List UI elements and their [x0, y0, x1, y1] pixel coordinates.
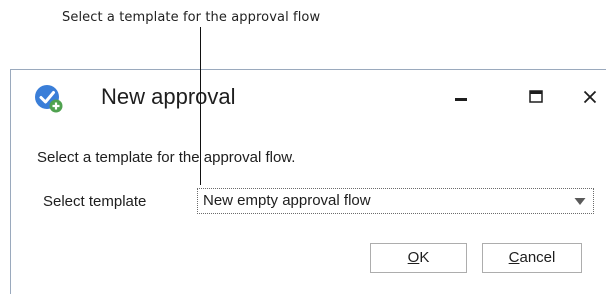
approval-app-icon: [35, 85, 63, 113]
chevron-down-icon[interactable]: [574, 197, 586, 206]
close-icon[interactable]: [575, 82, 605, 112]
callout-annotation: Select a template for the approval flow: [62, 10, 321, 25]
cancel-label-rest: ancel: [519, 249, 556, 266]
template-selected-value: New empty approval flow: [203, 192, 371, 209]
maximize-icon[interactable]: [521, 82, 551, 112]
dialog-titlebar[interactable]: New approval: [11, 70, 606, 125]
minimize-icon[interactable]: [446, 82, 476, 112]
dialog-title: New approval: [101, 84, 236, 109]
ok-button[interactable]: OK: [370, 243, 467, 273]
callout-pointer-line: [200, 27, 201, 185]
template-label: Select template: [43, 193, 147, 210]
new-approval-dialog: New approval Select a template for the a…: [10, 69, 606, 294]
ok-mnemonic: O: [407, 249, 420, 266]
instruction-text: Select a template for the approval flow.: [37, 149, 296, 166]
page: Select a template for the approval flow …: [0, 0, 606, 294]
ok-label-rest: K: [419, 249, 430, 266]
cancel-mnemonic: C: [508, 249, 520, 266]
template-dropdown[interactable]: New empty approval flow: [197, 188, 594, 214]
cancel-button[interactable]: Cancel: [482, 243, 582, 273]
